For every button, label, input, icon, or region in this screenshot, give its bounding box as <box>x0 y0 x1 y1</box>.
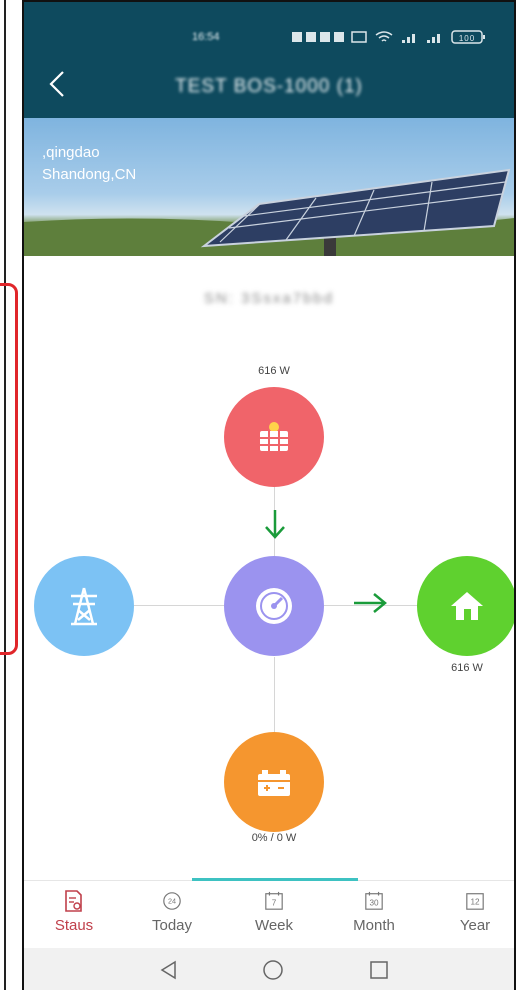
battery-level: 100 <box>459 34 475 43</box>
week-icon-text: 7 <box>272 899 277 908</box>
battery-node[interactable] <box>224 732 324 832</box>
wifi-icon <box>375 31 393 42</box>
solar-node[interactable] <box>224 387 324 487</box>
status-time: 16:54 <box>192 31 220 43</box>
meter-gauge-icon <box>256 588 292 624</box>
tab-month-label: Month <box>353 917 395 934</box>
energy-flow-diagram: 616 W 616 W 0% / 0 W <box>24 332 514 872</box>
battery-connector <box>274 657 275 732</box>
signal-icon <box>402 34 415 43</box>
24h-clock-icon: 24 <box>162 891 182 911</box>
battery-status-label: 0% / 0 W <box>251 832 297 844</box>
calendar-12-icon: 12 <box>465 891 485 911</box>
notification-icons: 100 <box>292 30 485 44</box>
status-icons: 100 <box>292 30 492 47</box>
location-city: ,qingdao <box>42 144 100 161</box>
status-report-icon <box>64 890 84 912</box>
load-node[interactable] <box>417 556 514 656</box>
device-serial: SN: 3Ssxa7bbd <box>203 290 335 307</box>
tab-week-label: Week <box>254 917 294 934</box>
location-banner: ,qingdao Shandong,CN <box>24 118 514 256</box>
phone-frame: 16:54 100 TEST BOS-1000 (1) ,qingdao Sha… <box>22 0 516 990</box>
tab-year[interactable]: 12 Year <box>440 891 510 934</box>
nav-recents-icon[interactable] <box>364 956 394 984</box>
tab-status[interactable]: Staus <box>39 890 109 934</box>
grid-node[interactable] <box>34 556 134 656</box>
calendar-30-icon: 30 <box>364 891 384 911</box>
status-bar: 16:54 100 <box>24 2 514 58</box>
solar-power-label: 616 W <box>258 365 290 377</box>
today-icon-text: 24 <box>168 897 176 906</box>
nav-home-icon[interactable] <box>258 956 288 984</box>
tab-month[interactable]: 30 Month <box>339 891 409 934</box>
solar-panel-icon <box>260 422 288 451</box>
solar-panel-image <box>24 168 514 256</box>
tab-scroll-indicator <box>192 878 358 881</box>
load-flow-arrow <box>352 590 388 622</box>
grid-connector <box>134 605 224 606</box>
year-icon-text: 12 <box>470 898 480 907</box>
solar-flow-arrow <box>262 508 288 546</box>
red-highlight-frame <box>0 283 18 655</box>
app-header: TEST BOS-1000 (1) <box>24 58 514 118</box>
tab-status-label: Staus <box>54 917 94 934</box>
tab-today[interactable]: 24 Today <box>137 891 207 934</box>
month-icon-text: 30 <box>369 899 379 908</box>
tab-year-label: Year <box>459 917 491 934</box>
app-screen: 16:54 100 TEST BOS-1000 (1) ,qingdao Sha… <box>24 2 514 990</box>
location-text: ,qingdao Shandong,CN <box>42 142 136 186</box>
location-region: Shandong,CN <box>42 166 137 183</box>
signal-icon-2 <box>427 34 440 43</box>
inverter-node[interactable] <box>224 556 324 656</box>
battery-icon <box>258 770 290 796</box>
android-nav-bar <box>24 948 514 990</box>
load-power-label: 616 W <box>451 662 483 674</box>
left-screen-edge <box>0 0 22 990</box>
nav-back-icon[interactable] <box>154 956 184 984</box>
tab-today-label: Today <box>151 917 193 934</box>
calendar-7-icon: 7 <box>264 891 284 911</box>
home-icon <box>451 592 483 620</box>
power-tower-icon <box>71 587 97 626</box>
page-title: TEST BOS-1000 (1) <box>175 76 363 97</box>
tab-week[interactable]: 7 Week <box>239 891 309 934</box>
bottom-tab-bar: Staus 24 Today 7 Week 30 Month 12 Year <box>24 878 514 949</box>
